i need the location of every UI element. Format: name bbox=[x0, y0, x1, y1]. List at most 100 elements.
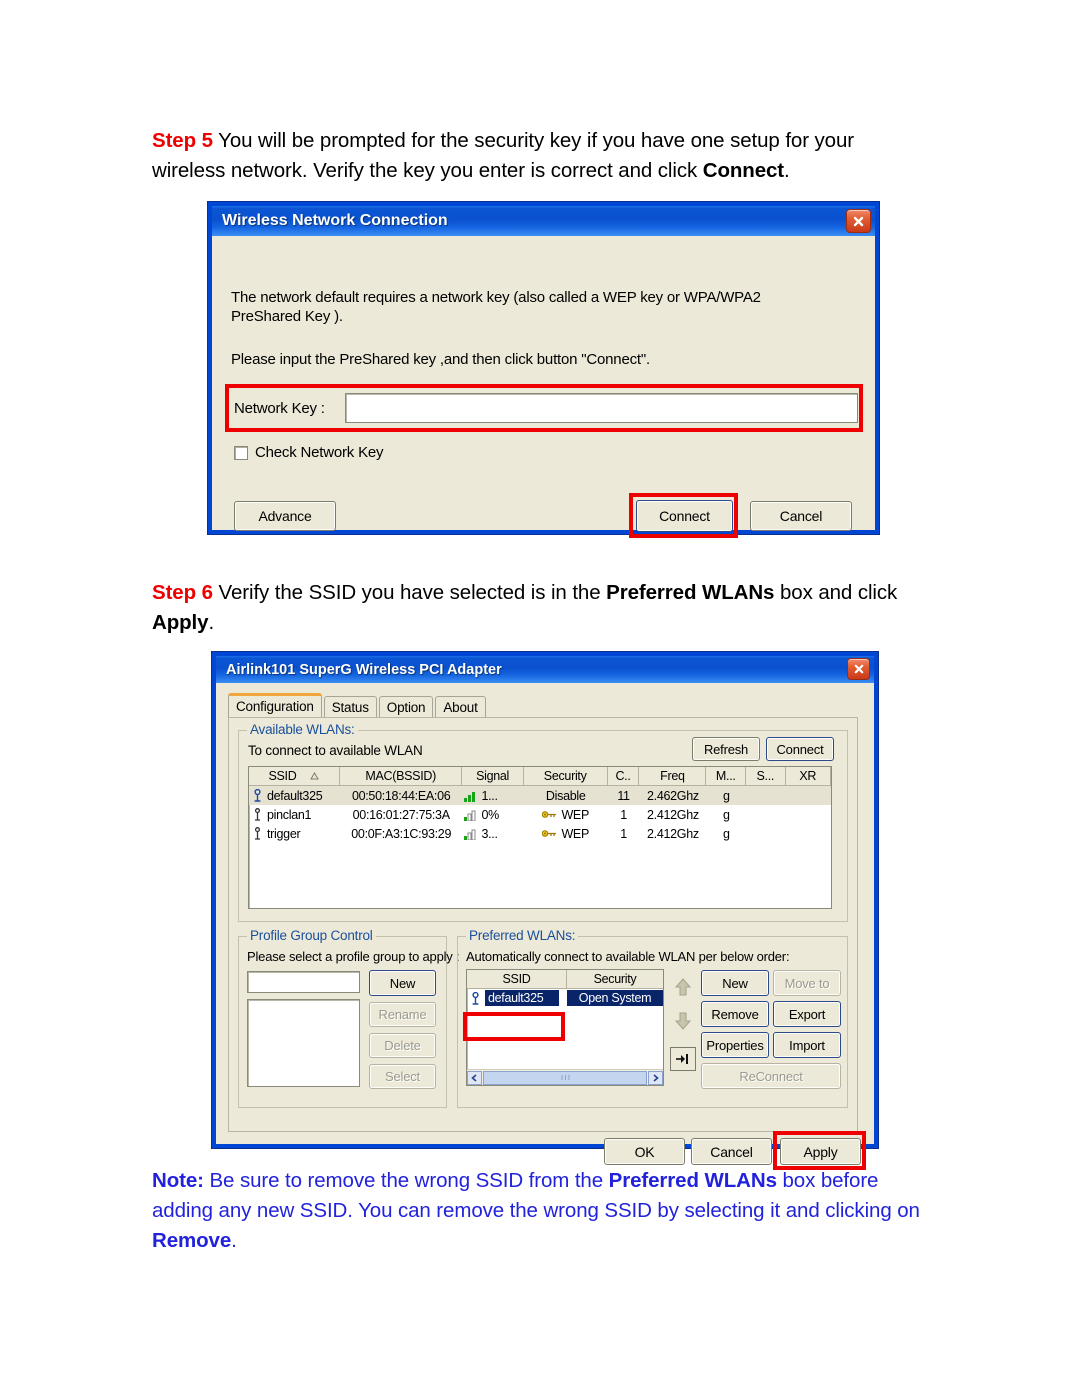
row-security: WEP bbox=[561, 807, 590, 822]
dialog2-cancel-button-label: Cancel bbox=[710, 1143, 753, 1160]
dialog1-titlebar[interactable]: Wireless Network Connection bbox=[212, 206, 875, 236]
profile-new-button-label: New bbox=[389, 975, 416, 991]
column-ssid[interactable]: SSID bbox=[249, 767, 340, 785]
profile-rename-button[interactable]: Rename bbox=[369, 1002, 436, 1027]
column-security[interactable]: Security bbox=[524, 767, 608, 785]
step5-bold-connect: Connect bbox=[702, 159, 785, 182]
table-row[interactable]: trigger 00:0F:A3:1C:93:29 3... WEP 1 2.4… bbox=[249, 824, 831, 843]
column-ssid[interactable]: SSID bbox=[467, 970, 567, 988]
chevron-left-icon[interactable] bbox=[467, 1070, 482, 1085]
signal-weak-icon bbox=[464, 829, 476, 840]
row-mac: 00:0F:A3:1C:93:29 bbox=[351, 826, 452, 841]
column-channel-label: C.. bbox=[615, 769, 631, 783]
list-item[interactable]: default325 Open System bbox=[467, 989, 663, 1007]
profile-group-control-label: Profile Group Control bbox=[247, 928, 376, 943]
chevron-right-icon[interactable] bbox=[648, 1070, 663, 1085]
note-paragraph: Note: Be sure to remove the wrong SSID f… bbox=[152, 1166, 927, 1256]
wireless-network-connection-dialog: Wireless Network Connection The network … bbox=[208, 202, 879, 538]
airlink-adapter-dialog: Airlink101 SuperG Wireless PCI Adapter C… bbox=[212, 652, 878, 1170]
row-ssid: trigger bbox=[267, 826, 301, 841]
pin-button[interactable] bbox=[670, 1047, 696, 1071]
profile-select-button[interactable]: Select bbox=[369, 1064, 436, 1089]
dialog1-body-line2: PreShared Key ). bbox=[231, 308, 343, 325]
document-page: Step 5 You will be prompted for the secu… bbox=[0, 0, 1080, 1397]
preferred-new-button-label: New bbox=[722, 975, 748, 991]
available-wlans-hint: To connect to available WLAN bbox=[248, 743, 423, 758]
cancel-button[interactable]: Cancel bbox=[750, 501, 852, 531]
column-mode[interactable]: M... bbox=[706, 767, 747, 785]
reconnect-button[interactable]: ReConnect bbox=[701, 1063, 841, 1089]
dialog1-body-line1: The network default requires a network k… bbox=[231, 289, 761, 306]
available-connect-button[interactable]: Connect bbox=[766, 737, 834, 761]
preferred-new-button[interactable]: New bbox=[701, 970, 769, 996]
preferred-wlan-row-highlight bbox=[463, 1012, 565, 1041]
column-security[interactable]: Security bbox=[567, 970, 663, 988]
step6-text-a: Verify the SSID you have selected is in … bbox=[212, 581, 607, 604]
row-signal: 3... bbox=[481, 826, 498, 841]
remove-button-label: Remove bbox=[711, 1006, 759, 1022]
tab-configuration[interactable]: Configuration bbox=[228, 693, 322, 717]
ok-button[interactable]: OK bbox=[604, 1138, 685, 1165]
move-up-button[interactable] bbox=[670, 974, 696, 1000]
available-wlans-group-label: Available WLANs: bbox=[247, 722, 358, 737]
dialog2-cancel-button[interactable]: Cancel bbox=[691, 1138, 772, 1165]
column-signal[interactable]: Signal bbox=[462, 767, 524, 785]
column-s-label: S... bbox=[756, 769, 775, 783]
cancel-button-label: Cancel bbox=[779, 508, 823, 524]
step6-text-b: box and click bbox=[774, 581, 898, 604]
column-xr-label: XR bbox=[799, 769, 817, 783]
column-ssid-label: SSID bbox=[502, 972, 531, 986]
available-connect-button-label: Connect bbox=[776, 741, 824, 757]
tab-option-label: Option bbox=[386, 699, 426, 715]
note-bold-preferred-wlans: Preferred WLANs bbox=[608, 1169, 777, 1192]
advance-button[interactable]: Advance bbox=[234, 501, 336, 531]
profile-new-button[interactable]: New bbox=[369, 970, 436, 996]
column-xr[interactable]: XR bbox=[786, 767, 831, 785]
remove-button[interactable]: Remove bbox=[701, 1001, 769, 1027]
table-row[interactable]: pinclan1 00:16:01:27:75:3A 0% WEP 1 2.41… bbox=[249, 805, 831, 824]
dialog2-titlebar[interactable]: Airlink101 SuperG Wireless PCI Adapter bbox=[216, 656, 874, 683]
column-mode-label: M... bbox=[715, 769, 736, 783]
available-wlans-header: SSID MAC(BSSID) Signal Security C.. Freq… bbox=[249, 767, 831, 786]
column-freq[interactable]: Freq bbox=[639, 767, 707, 785]
check-network-key-row[interactable]: Check Network Key bbox=[234, 443, 384, 462]
row-freq: 2.412Ghz bbox=[647, 807, 699, 822]
tab-option[interactable]: Option bbox=[378, 696, 434, 717]
signal-weak-icon bbox=[464, 810, 476, 821]
column-s[interactable]: S... bbox=[746, 767, 786, 785]
export-button[interactable]: Export bbox=[773, 1001, 841, 1027]
tab-about[interactable]: About bbox=[435, 696, 486, 717]
network-key-input[interactable] bbox=[345, 393, 858, 423]
refresh-button[interactable]: Refresh bbox=[692, 737, 760, 761]
close-icon[interactable] bbox=[847, 658, 870, 680]
preferred-row-ssid: default325 bbox=[485, 990, 560, 1006]
row-mac: 00:50:18:44:EA:06 bbox=[351, 788, 451, 803]
move-down-button[interactable] bbox=[670, 1008, 696, 1034]
tab-status[interactable]: Status bbox=[323, 696, 377, 717]
connect-button[interactable]: Connect bbox=[636, 500, 733, 532]
profile-group-list[interactable] bbox=[247, 999, 360, 1087]
network-key-label-text: Network Key : bbox=[234, 400, 325, 417]
apply-button[interactable]: Apply bbox=[780, 1138, 861, 1165]
preferred-wlans-hscrollbar[interactable] bbox=[467, 1069, 663, 1085]
row-mac: 00:16:01:27:75:3A bbox=[352, 807, 450, 822]
dialog1-title: Wireless Network Connection bbox=[222, 212, 448, 229]
row-mode: g bbox=[722, 807, 730, 822]
column-mac[interactable]: MAC(BSSID) bbox=[340, 767, 463, 785]
profile-select-button-label: Select bbox=[385, 1069, 420, 1084]
column-channel[interactable]: C.. bbox=[608, 767, 640, 785]
available-wlans-list[interactable]: SSID MAC(BSSID) Signal Security C.. Freq… bbox=[248, 766, 832, 909]
import-button[interactable]: Import bbox=[773, 1032, 841, 1058]
step6-bold-preferred-wlans: Preferred WLANs bbox=[606, 581, 775, 604]
move-to-button[interactable]: Move to bbox=[773, 970, 841, 996]
profile-group-hint: Please select a profile group to apply : bbox=[247, 949, 460, 964]
profile-delete-button[interactable]: Delete bbox=[369, 1033, 436, 1058]
tab-panel-configuration: Available WLANs: To connect to available… bbox=[228, 717, 858, 1132]
properties-button[interactable]: Properties bbox=[701, 1032, 769, 1058]
scrollbar-thumb[interactable] bbox=[483, 1070, 647, 1085]
check-network-key-checkbox[interactable] bbox=[234, 445, 248, 460]
tab-about-label: About bbox=[443, 699, 478, 715]
table-row[interactable]: default325 00:50:18:44:EA:06 1... Disabl… bbox=[249, 786, 831, 805]
close-icon[interactable] bbox=[846, 209, 871, 233]
profile-group-input[interactable] bbox=[247, 971, 360, 993]
